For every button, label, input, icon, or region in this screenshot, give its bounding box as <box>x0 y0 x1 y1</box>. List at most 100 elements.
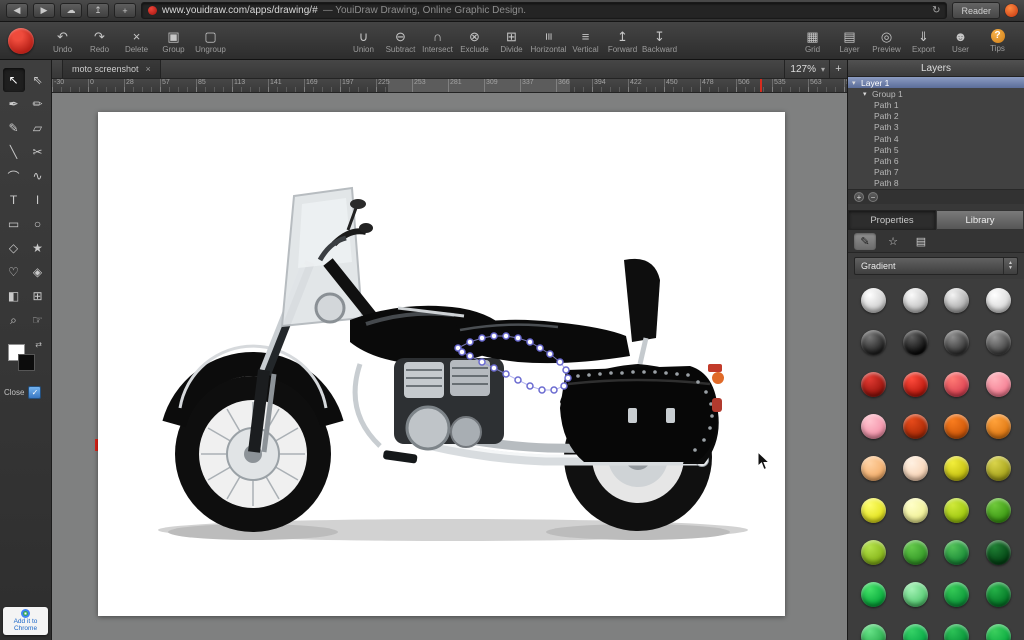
disclosure-triangle[interactable]: ▾ <box>852 79 861 87</box>
gradient-swatch[interactable] <box>861 540 886 565</box>
rectangle-tool[interactable]: ▭ <box>3 212 25 236</box>
backrest-path[interactable] <box>624 259 660 364</box>
layer-item-path-5[interactable]: Path 5 <box>848 144 1024 155</box>
motorcycle-artwork[interactable] <box>98 112 785 617</box>
tab-library[interactable]: Library <box>936 210 1024 230</box>
gradient-swatch[interactable] <box>903 288 928 313</box>
heart-tool[interactable]: ♡ <box>3 260 25 284</box>
add-layer-button[interactable]: + <box>854 192 864 202</box>
toolbar-button-subtract[interactable]: ⊖Subtract <box>382 27 419 54</box>
tab-properties[interactable]: Properties <box>848 210 936 230</box>
zoom-dropdown-caret[interactable]: ▾ <box>821 65 829 74</box>
gradient-swatch[interactable] <box>861 330 886 355</box>
hand-tool[interactable]: ☞ <box>27 308 49 332</box>
gradient-swatch[interactable] <box>944 414 969 439</box>
gradient-swatch[interactable] <box>861 624 886 640</box>
drawing-canvas[interactable] <box>98 112 785 616</box>
gradient-swatch[interactable] <box>903 414 928 439</box>
toolbar-button-exclude[interactable]: ⊗Exclude <box>456 27 493 54</box>
toolbar-button-divide[interactable]: ⊞Divide <box>493 27 530 54</box>
layer-item-path-4[interactable]: Path 4 <box>848 133 1024 144</box>
toolbar-button-union[interactable]: ∪Union <box>345 27 382 54</box>
layer-item-path-3[interactable]: Path 3 <box>848 122 1024 133</box>
pen-tool[interactable]: ✒ <box>3 92 25 116</box>
toolbar-button-backward[interactable]: ↧Backward <box>641 27 678 54</box>
layer-item-layer-1[interactable]: ▾Layer 1 <box>848 77 1024 88</box>
brush-tool[interactable]: ✎ <box>3 116 25 140</box>
browser-extension-icon[interactable] <box>1005 4 1018 17</box>
engine-path[interactable] <box>394 358 504 449</box>
gradient-swatch[interactable] <box>986 456 1011 481</box>
zoom-in-button[interactable]: + <box>830 63 847 75</box>
toolbar-button-intersect[interactable]: ∩Intersect <box>419 27 456 54</box>
swap-colors-icon[interactable]: ⇄ <box>35 340 42 349</box>
gradient-swatch[interactable] <box>944 540 969 565</box>
tab-close-icon[interactable]: × <box>146 64 151 74</box>
gradient-tool[interactable]: ◧ <box>3 284 25 308</box>
gradient-swatch[interactable] <box>861 456 886 481</box>
gradient-swatch[interactable] <box>944 624 969 640</box>
gradient-swatch[interactable] <box>861 288 886 313</box>
toolbar-button-layer[interactable]: ▤Layer <box>831 27 868 54</box>
toolbar-button-group[interactable]: ▣Group <box>155 27 192 54</box>
line-tool[interactable]: ╲ <box>3 140 25 164</box>
gradient-swatch[interactable] <box>903 372 928 397</box>
gradient-swatch[interactable] <box>944 372 969 397</box>
layer-item-path-8[interactable]: Path 8 <box>848 178 1024 189</box>
gradient-swatch[interactable] <box>986 330 1011 355</box>
close-checkbox[interactable]: ✓ <box>28 386 41 399</box>
toolbar-button-vertical[interactable]: ≡Vertical <box>567 27 604 54</box>
brush-icon[interactable]: ✎ <box>854 233 876 250</box>
toolbar-button-tips[interactable]: ?Tips <box>979 27 1016 53</box>
youidraw-logo[interactable] <box>8 28 34 54</box>
remove-layer-button[interactable]: − <box>868 192 878 202</box>
gradient-swatch[interactable] <box>861 372 886 397</box>
gradient-swatch[interactable] <box>861 498 886 523</box>
canvas-viewport[interactable] <box>52 93 847 640</box>
toolbar-button-undo[interactable]: ↶Undo <box>44 27 81 54</box>
toolbar-button-ungroup[interactable]: ▢Ungroup <box>192 27 229 54</box>
toolbar-button-preview[interactable]: ◎Preview <box>868 27 905 54</box>
arc-tool[interactable]: ⌒ <box>3 164 25 188</box>
gradient-swatch[interactable] <box>903 330 928 355</box>
gradient-swatch[interactable] <box>944 456 969 481</box>
text-cursor-tool[interactable]: I <box>27 188 49 212</box>
text-tool[interactable]: T <box>3 188 25 212</box>
toolbar-button-redo[interactable]: ↷Redo <box>81 27 118 54</box>
gradient-swatch[interactable] <box>903 456 928 481</box>
select-tool[interactable]: ↖ <box>3 68 25 92</box>
browser-share-button[interactable]: ↥ <box>87 3 109 18</box>
star-tool[interactable]: ★ <box>27 236 49 260</box>
gradient-swatch[interactable] <box>944 330 969 355</box>
layer-item-path-2[interactable]: Path 2 <box>848 111 1024 122</box>
gradient-swatch[interactable] <box>986 498 1011 523</box>
pencil-tool[interactable]: ✏ <box>27 92 49 116</box>
gradient-swatch[interactable] <box>986 288 1011 313</box>
gradient-swatch[interactable] <box>861 582 886 607</box>
disclosure-triangle[interactable]: ▾ <box>863 90 872 98</box>
gradient-swatch[interactable] <box>944 498 969 523</box>
gradient-swatch[interactable] <box>944 582 969 607</box>
layer-item-path-7[interactable]: Path 7 <box>848 167 1024 178</box>
ellipse-tool[interactable]: ○ <box>27 212 49 236</box>
dropdown-stepper-icon[interactable]: ▲▼ <box>1003 258 1017 274</box>
toolbar-button-forward[interactable]: ↥Forward <box>604 27 641 54</box>
gradient-swatch[interactable] <box>986 582 1011 607</box>
gradient-swatch[interactable] <box>861 414 886 439</box>
gradient-swatch[interactable] <box>903 498 928 523</box>
gradient-dropdown[interactable]: Gradient ▲▼ <box>854 257 1018 275</box>
toolbar-button-grid[interactable]: ▦Grid <box>794 27 831 54</box>
seat-path[interactable] <box>454 320 630 363</box>
document-tab[interactable]: moto screenshot × <box>62 60 161 78</box>
toolbar-button-export[interactable]: ⇓Export <box>905 27 942 54</box>
gradient-swatch[interactable] <box>944 288 969 313</box>
browser-back-button[interactable]: ◀ <box>6 3 28 18</box>
scissors-tool[interactable]: ✂ <box>27 140 49 164</box>
browser-cloud-button[interactable]: ☁ <box>60 3 82 18</box>
toolbar-button-delete[interactable]: ×Delete <box>118 27 155 54</box>
gradient-swatch[interactable] <box>986 624 1011 640</box>
zoom-tool[interactable]: ⌕ <box>3 308 25 332</box>
wave-tool[interactable]: ∿ <box>27 164 49 188</box>
toolbar-button-user[interactable]: ☻User <box>942 27 979 54</box>
toolbar-button-horizontal[interactable]: ≡Horizontal <box>530 27 567 54</box>
